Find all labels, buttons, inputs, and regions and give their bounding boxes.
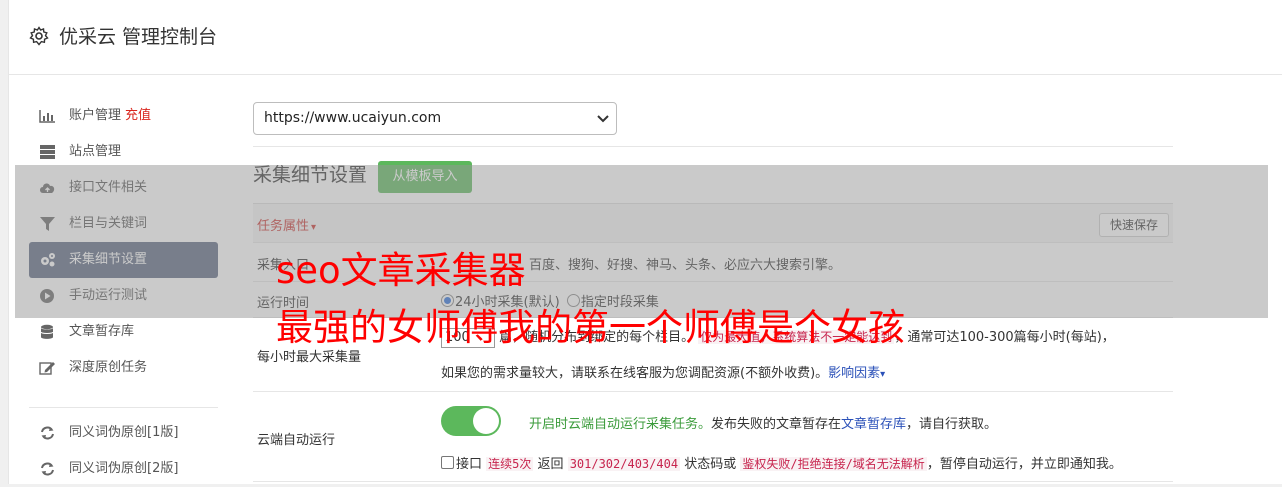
sidebar-item-label: 站点管理 bbox=[69, 144, 122, 159]
cogs-icon bbox=[41, 253, 55, 267]
console-card: 优采云 管理控制台 账户管理 充值 站点管理 接口文件相关 栏目与关键词 采集细节… bbox=[8, 0, 1282, 484]
edit-icon bbox=[39, 362, 55, 375]
table-row: 云端自动运行 开启时云端自动运行采集任务。发布失败的文章暂存在文章暂存库，请自行… bbox=[253, 392, 1173, 482]
max-per-hour-value: 100 篇，随机分布到绑定的每个栏目。 仅为最大值，系统算法不一定能达到 ，通常可… bbox=[441, 327, 1115, 348]
sidebar-item-label: 栏目与关键词 bbox=[69, 216, 148, 231]
pause-checkbox[interactable] bbox=[441, 456, 454, 469]
sidebar-item-label: 同义词伪原创[2版] bbox=[69, 461, 179, 476]
sidebar-item-columns[interactable]: 栏目与关键词 bbox=[29, 206, 218, 242]
cloud-auto-run-toggle[interactable] bbox=[441, 406, 501, 436]
site-select-value: https://www.ucaiyun.com bbox=[264, 110, 442, 126]
influence-factors-link[interactable]: 影响因素▾ bbox=[828, 366, 885, 381]
sidebar-item-synonym-v1[interactable]: 同义词伪原创[1版] bbox=[29, 415, 218, 451]
max-per-hour-note: 如果您的需求量较大，请联系在线客服为您调配资源(不额外收费)。影响因素▾ bbox=[441, 362, 885, 381]
sidebar-item-account[interactable]: 账户管理 充值 bbox=[29, 98, 218, 134]
sidebar-item-label: 文章暂存库 bbox=[69, 324, 135, 339]
play-circle-icon bbox=[40, 289, 54, 303]
sidebar-item-label: 采集细节设置 bbox=[69, 252, 148, 267]
sidebar-item-label: 手动运行测试 bbox=[69, 288, 148, 303]
sidebar-item-label: 账户管理 bbox=[69, 108, 122, 123]
row-label-runtime: 运行时间 bbox=[257, 296, 310, 311]
filter-icon bbox=[40, 217, 55, 231]
radio-24h[interactable] bbox=[441, 294, 454, 307]
task-attributes-label: 任务属性 bbox=[257, 219, 310, 234]
settings-table: 任务属性 ▾ 快速保存 采集入口 百度、搜狗、好搜、神马、头条、必应六大搜索引擎。… bbox=[253, 203, 1173, 482]
row-label-max-per-hour: 每小时最大采集量 bbox=[257, 350, 362, 365]
radio-scheduled[interactable] bbox=[566, 294, 580, 307]
divider bbox=[253, 146, 1173, 147]
code-consecutive: 连续5次 bbox=[486, 457, 534, 471]
import-template-button[interactable]: 从模板导入 bbox=[378, 161, 472, 193]
table-row: 采集入口 百度、搜狗、好搜、神马、头条、必应六大搜索引擎。 bbox=[253, 243, 1173, 282]
recharge-link[interactable]: 充值 bbox=[125, 108, 151, 123]
sidebar-item-interface[interactable]: 接口文件相关 bbox=[29, 170, 218, 206]
sidebar-item-label: 深度原创任务 bbox=[69, 360, 148, 375]
max-per-hour-text: 篇，随机分布到绑定的每个栏目。 bbox=[499, 330, 695, 345]
refresh-icon bbox=[41, 426, 54, 440]
sidebar-item-label: 同义词伪原创[1版] bbox=[69, 425, 179, 440]
contact-note: 如果您的需求量较大，请联系在线客服为您调配资源(不额外收费)。 bbox=[441, 366, 829, 381]
pause-text-notify: ，暂停自动运行，并立即通知我。 bbox=[926, 457, 1122, 472]
refresh-icon bbox=[41, 462, 54, 476]
chevron-down-icon: ▾ bbox=[311, 222, 317, 233]
max-per-hour-input[interactable]: 100 bbox=[441, 327, 495, 348]
database-icon bbox=[40, 324, 54, 339]
chevron-down-icon bbox=[597, 115, 609, 123]
pause-text-or: 状态码或 bbox=[684, 457, 737, 472]
cloud-auto-desc: 开启时云端自动运行采集任务。发布失败的文章暂存在文章暂存库，请自行获取。 bbox=[529, 413, 997, 432]
sidebar: 账户管理 充值 站点管理 接口文件相关 栏目与关键词 采集细节设置 手动运行测试 … bbox=[29, 98, 219, 487]
code-status: 301/302/403/404 bbox=[567, 457, 681, 471]
cloud-auto-fetch-text: ，请自行获取。 bbox=[906, 417, 998, 432]
sidebar-item-sites[interactable]: 站点管理 bbox=[29, 134, 218, 170]
sidebar-item-article-store[interactable]: 文章暂存库 bbox=[29, 314, 218, 350]
table-row: 运行时间 24小时采集(默认) 指定时段采集 bbox=[253, 282, 1173, 318]
quick-save-button[interactable]: 快速保存 bbox=[1099, 213, 1169, 237]
article-store-link[interactable]: 文章暂存库 bbox=[841, 417, 906, 432]
bar-chart-icon bbox=[39, 110, 55, 123]
table-header-row: 任务属性 ▾ 快速保存 bbox=[253, 204, 1173, 243]
row-value-entry: 百度、搜狗、好搜、神马、头条、必应六大搜索引擎。 bbox=[529, 258, 842, 273]
section-title: 采集细节设置 bbox=[253, 164, 368, 186]
sidebar-item-collect-settings[interactable]: 采集细节设置 bbox=[29, 242, 218, 278]
runtime-options: 24小时采集(默认) 指定时段采集 bbox=[441, 291, 659, 310]
cloud-auto-enabled-text: 开启时云端自动运行采集任务。 bbox=[529, 417, 712, 432]
code-errors: 鉴权失败/拒绝连接/域名无法解析 bbox=[740, 457, 927, 471]
max-value-note: 仅为最大值，系统算法不一定能达到 bbox=[698, 330, 895, 344]
page-title: 优采云 管理控制台 bbox=[59, 26, 218, 48]
row-label-entry: 采集入口 bbox=[257, 258, 310, 273]
cloud-auto-failed-text: 发布失败的文章暂存在 bbox=[711, 417, 842, 432]
server-icon bbox=[40, 145, 55, 159]
radio-scheduled-label: 指定时段采集 bbox=[580, 295, 659, 310]
page-header: 优采云 管理控制台 bbox=[9, 0, 1282, 75]
sidebar-divider bbox=[29, 386, 218, 408]
gear-icon bbox=[29, 26, 49, 46]
row-label-cloud-auto: 云端自动运行 bbox=[257, 433, 336, 448]
sidebar-item-manual-run[interactable]: 手动运行测试 bbox=[29, 278, 218, 314]
pause-text-interface: 接口 bbox=[456, 457, 483, 472]
task-attributes-toggle[interactable]: 任务属性 ▾ bbox=[257, 215, 316, 234]
sidebar-item-deep-original[interactable]: 深度原创任务 bbox=[29, 350, 218, 386]
influence-factors-label: 影响因素 bbox=[828, 366, 881, 381]
radio-24h-label: 24小时采集(默认) bbox=[455, 295, 560, 310]
pause-rule: 接口 连续5次 返回 301/302/403/404 状态码或 鉴权失败/拒绝连… bbox=[441, 453, 1122, 472]
sidebar-item-label: 接口文件相关 bbox=[69, 180, 148, 195]
max-value-typical: ，通常可达100-300篇每小时(每站)， bbox=[894, 330, 1115, 345]
sidebar-item-synonym-v2[interactable]: 同义词伪原创[2版] bbox=[29, 451, 218, 487]
chevron-double-down-icon: ▾ bbox=[880, 369, 886, 380]
pause-text-return: 返回 bbox=[537, 457, 564, 472]
table-row: 每小时最大采集量 100 篇，随机分布到绑定的每个栏目。 仅为最大值，系统算法不… bbox=[253, 318, 1173, 392]
site-select[interactable]: https://www.ucaiyun.com bbox=[253, 102, 617, 135]
toggle-knob bbox=[473, 408, 499, 434]
cloud-upload-icon bbox=[40, 183, 55, 193]
